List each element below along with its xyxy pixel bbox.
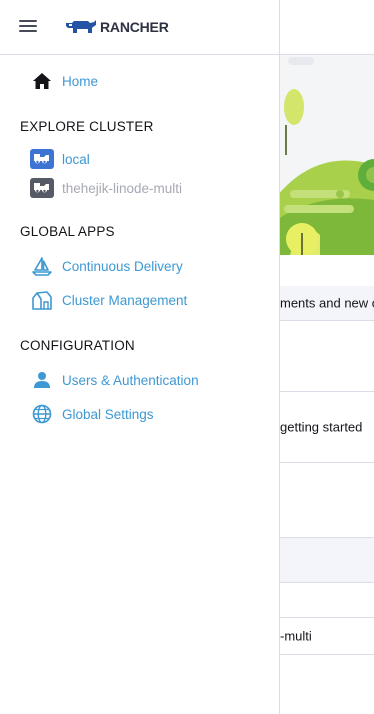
nav-item-continuous-delivery-label: Continuous Delivery [62,258,183,274]
nav-item-global-settings[interactable]: Global Settings [30,403,154,425]
table-row [280,321,374,392]
nav-item-cluster-thehejik-label: thehejik-linode-multi [62,180,183,196]
drawer-header: RANCHER [0,0,279,55]
main-header [280,0,374,55]
main-content-background: ments and new c getting started -multi [280,0,374,714]
nav-item-continuous-delivery[interactable]: Continuous Delivery [30,255,183,277]
cluster-icon [30,148,54,170]
rancher-logo[interactable]: RANCHER [65,18,169,36]
nav-item-cluster-management[interactable]: Cluster Management [30,289,187,311]
table-row: getting started [280,392,374,463]
section-title-explore-cluster: EXPLORE CLUSTER [20,119,154,134]
side-nav-drawer: RANCHER Home EXPLORE CLUSTER local thehe… [0,0,280,714]
sailboat-icon [30,255,54,277]
rancher-bull-icon [66,20,96,33]
globe-icon [30,403,54,425]
section-title-global-apps: GLOBAL APPS [20,224,115,239]
nav-item-cluster-local[interactable]: local [30,148,90,170]
welcome-banner-illustration [280,55,374,255]
hamburger-menu-icon[interactable] [19,19,37,33]
getting-started-text: getting started [280,419,363,435]
nav-item-home[interactable]: Home [30,70,98,92]
info-row-text: ments and new c [280,295,374,311]
rancher-logo-text: RANCHER [100,19,169,35]
section-title-configuration: CONFIGURATION [20,338,135,353]
nav-item-cluster-thehejik-linode-multi[interactable]: thehejik-linode-multi [30,177,182,199]
nav-item-users-authentication[interactable]: Users & Authentication [30,369,199,391]
table-row [280,583,374,618]
nav-item-home-label: Home [62,73,99,89]
table-row: -multi [280,618,374,655]
info-row: ments and new c [280,286,374,321]
cluster-icon [30,177,54,199]
nav-item-users-authentication-label: Users & Authentication [62,372,199,388]
nav-item-global-settings-label: Global Settings [62,406,154,422]
cluster-name-cell: -multi [280,628,312,644]
user-icon [30,369,54,391]
barn-icon [30,289,54,311]
table-row [280,463,374,538]
nav-item-cluster-management-label: Cluster Management [62,292,188,308]
nav-item-cluster-local-label: local [62,151,90,167]
table-header-row [280,538,374,583]
home-icon [30,70,54,92]
